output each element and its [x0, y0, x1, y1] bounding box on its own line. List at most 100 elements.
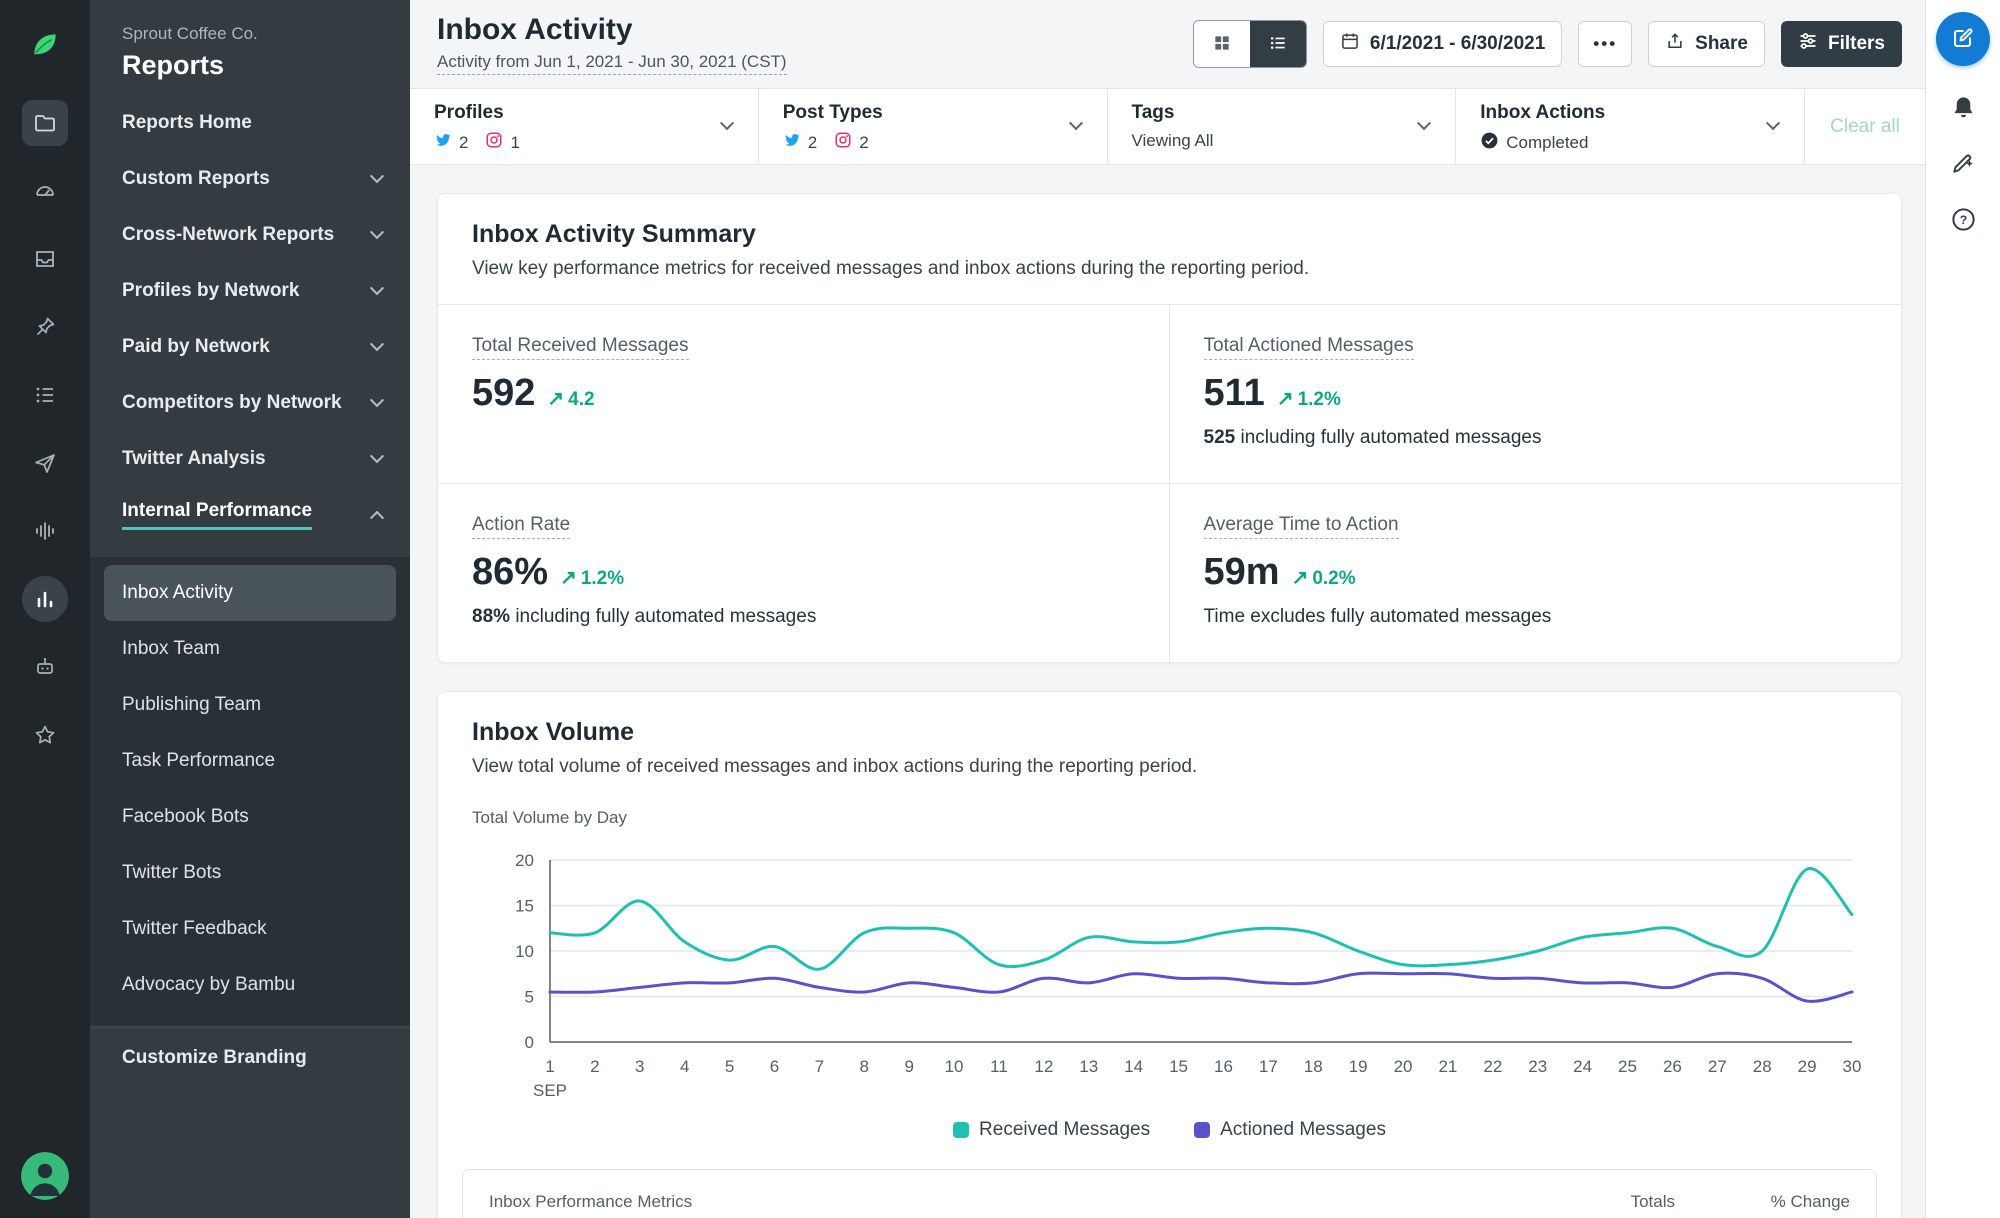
- submenu-item-inbox-activity[interactable]: Inbox Activity: [104, 565, 396, 621]
- analytics-icon[interactable]: [22, 576, 68, 622]
- metric-value: 511: [1203, 372, 1265, 414]
- reports-folder-tile: [22, 100, 68, 146]
- reports-folder-icon[interactable]: [22, 100, 68, 146]
- account-name: Sprout Coffee Co.: [122, 24, 258, 43]
- twitter-icon: [434, 131, 452, 154]
- report-toolbar: 6/1/2021 - 6/30/2021 ••• Share Filters: [1192, 20, 1902, 68]
- sidebar-item-paid-by-network[interactable]: Paid by Network: [90, 319, 410, 375]
- submenu-item-publishing-team[interactable]: Publishing Team: [90, 677, 410, 733]
- submenu-item-twitter-feedback[interactable]: Twitter Feedback: [90, 901, 410, 957]
- publishing-icon[interactable]: [22, 440, 68, 486]
- metric-delta: ↗ 0.2%: [1291, 567, 1356, 589]
- share-button[interactable]: Share: [1648, 21, 1765, 67]
- sidebar-item-twitter-analysis[interactable]: Twitter Analysis: [90, 431, 410, 487]
- profiles-filter-label: Profiles: [434, 102, 504, 123]
- submenu-item-twitter-bots[interactable]: Twitter Bots: [90, 845, 410, 901]
- metric-delta: ↗ 4.2: [547, 388, 595, 410]
- sidebar-item-custom-reports[interactable]: Custom Reports: [90, 151, 410, 207]
- queue-icon[interactable]: [22, 372, 68, 418]
- sidebar-item-label: Reports Home: [122, 112, 252, 133]
- sidebar-item-cross-network-reports[interactable]: Cross-Network Reports: [90, 207, 410, 263]
- filter-bar: Profiles 2 1 Post Types 2 2 Tags Viewing…: [410, 88, 1925, 165]
- svg-text:3: 3: [635, 1057, 644, 1076]
- feedback-icon[interactable]: [1948, 148, 1978, 178]
- svg-text:5: 5: [525, 988, 534, 1007]
- metric-label[interactable]: Total Actioned Messages: [1203, 335, 1414, 360]
- summary-metrics-grid: Total Received Messages 592 ↗ 4.2 Total A…: [438, 304, 1901, 662]
- tags-filter[interactable]: Tags Viewing All: [1108, 89, 1457, 164]
- legend-item-actioned[interactable]: Actioned Messages: [1194, 1119, 1386, 1141]
- svg-text:26: 26: [1663, 1057, 1682, 1076]
- view-toggle-group: [1192, 20, 1307, 68]
- metric-delta: ↗ 1.2%: [560, 567, 625, 589]
- page-title: Inbox Activity: [437, 13, 633, 46]
- grid-view-icon: [1212, 33, 1232, 56]
- date-range-button[interactable]: 6/1/2021 - 6/30/2021: [1322, 21, 1563, 67]
- submenu-item-label: Publishing Team: [122, 694, 262, 715]
- more-options-button[interactable]: •••: [1578, 21, 1633, 67]
- profiles-filter[interactable]: Profiles 2 1: [410, 89, 759, 164]
- notifications-bell-icon[interactable]: [1948, 92, 1978, 122]
- metric-label[interactable]: Total Received Messages: [472, 335, 689, 360]
- sidebar-item-profiles-by-network[interactable]: Profiles by Network: [90, 263, 410, 319]
- chevron-down-icon: [369, 449, 385, 464]
- legend-item-received[interactable]: Received Messages: [953, 1119, 1150, 1141]
- inbox-performance-metrics-table: Inbox Performance Metrics Totals % Chang…: [462, 1169, 1877, 1218]
- bots-icon[interactable]: [22, 644, 68, 690]
- metric-label[interactable]: Action Rate: [472, 514, 571, 539]
- submenu-item-label: Inbox Team: [122, 638, 220, 659]
- svg-text:2: 2: [590, 1057, 599, 1076]
- volume-chart: 051015201 2 3 4 5 6 7 8 9 10 11 12 13 14 15 16 17 18 19 20 2…: [515, 851, 1861, 1100]
- pin-icon[interactable]: [22, 304, 68, 350]
- svg-text:13: 13: [1079, 1057, 1098, 1076]
- inbox-icon[interactable]: [22, 236, 68, 282]
- reviews-star-icon[interactable]: [22, 712, 68, 758]
- table-header-change: % Change: [1770, 1192, 1850, 1211]
- calendar-icon: [1340, 31, 1360, 57]
- metric-action-rate: Action Rate 86% ↗ 1.2% 88% including full…: [438, 484, 1170, 662]
- inbox-actions-filter[interactable]: Inbox Actions Completed: [1456, 89, 1805, 164]
- compose-button[interactable]: [1936, 12, 1990, 66]
- grid-view-button[interactable]: [1193, 21, 1250, 67]
- user-avatar[interactable]: [21, 1152, 69, 1200]
- sidebar-item-competitors-by-network[interactable]: Competitors by Network: [90, 375, 410, 431]
- analytics-tile: [22, 576, 68, 622]
- dashboard-icon[interactable]: [22, 168, 68, 214]
- up-right-arrow-icon: ↗: [547, 388, 565, 410]
- list-view-button[interactable]: [1249, 21, 1306, 67]
- filters-sliders-icon: [1798, 31, 1818, 57]
- post-types-filter[interactable]: Post Types 2 2: [759, 89, 1108, 164]
- submenu-item-label: Facebook Bots: [122, 806, 249, 827]
- post-types-filter-label: Post Types: [782, 102, 883, 123]
- svg-text:?: ?: [1959, 213, 1967, 227]
- actioned-swatch-icon: [1194, 1122, 1211, 1138]
- metric-label[interactable]: Average Time to Action: [1203, 514, 1399, 539]
- sprout-logo-icon[interactable]: [20, 20, 70, 70]
- submenu-item-task-performance[interactable]: Task Performance: [90, 733, 410, 789]
- inbox-actions-filter-value: Completed: [1506, 133, 1589, 152]
- svg-text:6: 6: [770, 1057, 779, 1076]
- svg-text:SEP: SEP: [533, 1081, 567, 1100]
- sidebar-item-reports-home[interactable]: Reports Home: [90, 95, 410, 151]
- submenu-item-inbox-team[interactable]: Inbox Team: [90, 621, 410, 677]
- inbox-activity-summary-card: Inbox Activity Summary View key performa…: [437, 193, 1902, 663]
- svg-text:28: 28: [1753, 1057, 1772, 1076]
- customize-branding-button[interactable]: Customize Branding: [90, 1028, 410, 1088]
- listening-icon[interactable]: [22, 508, 68, 554]
- clear-all-button[interactable]: Clear all: [1805, 89, 1925, 164]
- help-icon[interactable]: ?: [1948, 204, 1978, 234]
- chevron-down-icon: [369, 169, 385, 184]
- submenu-item-label: Twitter Feedback: [122, 918, 267, 939]
- svg-text:15: 15: [1169, 1057, 1188, 1076]
- submenu-item-label: Inbox Activity: [122, 582, 233, 603]
- submenu-item-label: Task Performance: [122, 750, 276, 771]
- sidebar-item-internal-performance[interactable]: Internal Performance: [90, 487, 410, 543]
- filters-button[interactable]: Filters: [1780, 21, 1902, 67]
- submenu-item-facebook-bots[interactable]: Facebook Bots: [90, 789, 410, 845]
- svg-text:11: 11: [990, 1057, 1008, 1076]
- svg-text:16: 16: [1214, 1057, 1233, 1076]
- svg-text:9: 9: [904, 1057, 913, 1076]
- metric-delta: ↗ 1.2%: [1276, 388, 1341, 410]
- submenu-item-advocacy-by-bambu[interactable]: Advocacy by Bambu: [90, 957, 410, 1013]
- tags-filter-value: Viewing All: [1131, 131, 1214, 150]
